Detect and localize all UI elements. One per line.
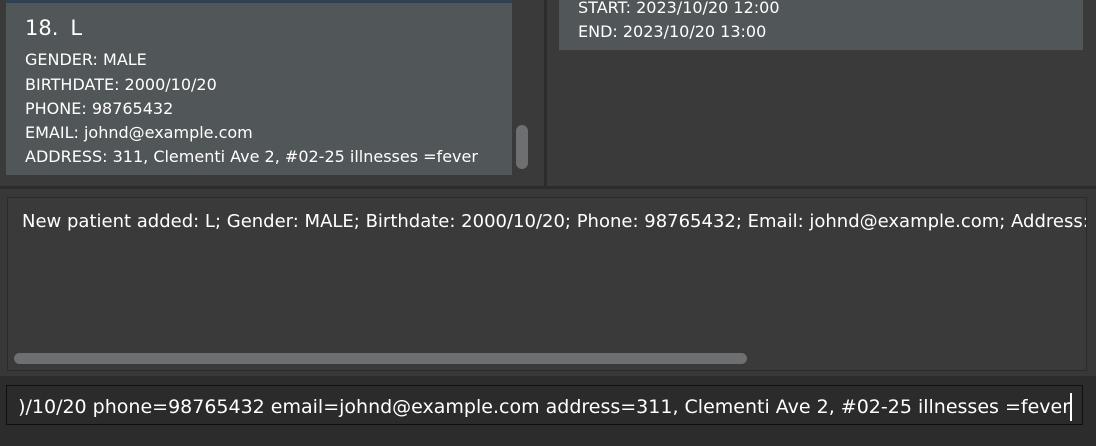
patient-card[interactable]: 18. L GENDER: MALE BIRTHDATE: 2000/10/20 … bbox=[6, 0, 512, 175]
patient-email: EMAIL: johnd@example.com bbox=[25, 123, 253, 142]
appointment-end: END: 2023/10/20 13:00 bbox=[578, 22, 767, 41]
patient-gender: GENDER: MALE bbox=[25, 50, 147, 69]
text-caret bbox=[1070, 393, 1072, 421]
patient-name: L bbox=[70, 16, 83, 40]
result-message: New patient added: L; Gender: MALE; Birt… bbox=[22, 211, 1087, 232]
command-text: )/10/20 phone=98765432 email=johnd@examp… bbox=[18, 396, 1070, 418]
section-divider bbox=[0, 186, 1096, 189]
patient-title: 18. L bbox=[25, 15, 82, 41]
patient-phone: PHONE: 98765432 bbox=[25, 99, 174, 118]
appointment-start: START: 2023/10/20 12:00 bbox=[578, 0, 780, 17]
result-display[interactable]: New patient added: L; Gender: MALE; Birt… bbox=[7, 197, 1087, 371]
patient-list-panel: 18. L GENDER: MALE BIRTHDATE: 2000/10/20 … bbox=[0, 0, 544, 186]
result-horizontal-scrollbar[interactable] bbox=[14, 353, 747, 364]
card-divider bbox=[6, 0, 512, 3]
patient-address: ADDRESS: 311, Clementi Ave 2, #02-25 ill… bbox=[25, 147, 478, 166]
patient-birthdate: BIRTHDATE: 2000/10/20 bbox=[25, 75, 217, 94]
patient-list-scrollbar[interactable] bbox=[516, 125, 528, 169]
appointment-list-panel: START: 2023/10/20 12:00 END: 2023/10/20 … bbox=[547, 0, 1096, 186]
command-input[interactable]: )/10/20 phone=98765432 email=johnd@examp… bbox=[6, 385, 1083, 425]
appointment-card[interactable]: START: 2023/10/20 12:00 END: 2023/10/20 … bbox=[559, 0, 1083, 50]
command-box-area: )/10/20 phone=98765432 email=johnd@examp… bbox=[0, 376, 1096, 446]
patient-index: 18. bbox=[25, 16, 59, 40]
